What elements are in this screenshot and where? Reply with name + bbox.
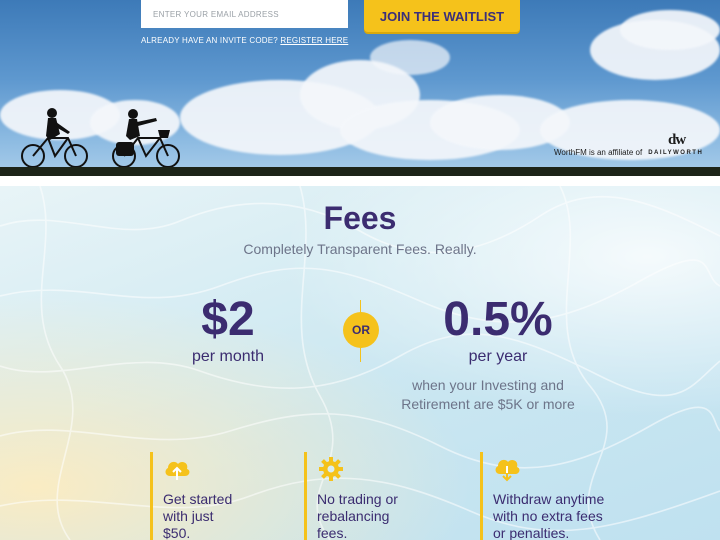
affiliate-brand[interactable]: DAILYWORTH — [648, 150, 703, 156]
affiliate-note: WorthFM is an affiliate of DAILYWORTH — [554, 148, 703, 157]
feature-text: Withdraw anytime with no extra fees or p… — [493, 491, 630, 540]
fees-subtitle: Completely Transparent Fees. Really. — [243, 241, 477, 257]
monthly-price: $2 per month — [178, 296, 278, 366]
affiliate-text: WorthFM is an affiliate of — [554, 148, 643, 157]
feature-line: No trading or — [317, 491, 398, 507]
cloud — [370, 40, 450, 75]
or-badge: OR — [343, 312, 379, 348]
join-waitlist-button[interactable]: JOIN THE WAITLIST — [364, 0, 520, 32]
feature-line: Get started — [163, 491, 233, 507]
feature-text: No trading or rebalancing fees. — [317, 491, 434, 540]
yearly-amount: 0.5% — [443, 293, 553, 346]
note-line: Retirement are $5K or more — [401, 396, 575, 412]
cloud-download-icon — [495, 459, 520, 482]
feature-line: rebalancing — [317, 508, 390, 524]
yearly-condition-note: when your Investing and Retirement are $… — [388, 376, 588, 414]
monthly-amount: $2 — [201, 293, 255, 346]
dailyworth-logo[interactable]: dw — [668, 132, 686, 149]
fees-section: Fees Completely Transparent Fees. Really… — [0, 186, 720, 540]
monthly-period: per month — [191, 348, 265, 365]
feature-withdraw-anytime: Withdraw anytime with no extra fees or p… — [480, 452, 630, 540]
yearly-period: per year — [468, 348, 528, 365]
feature-line: or penalties. — [493, 525, 570, 540]
invite-line: ALREADY HAVE AN INVITE CODE? REGISTER HE… — [141, 36, 348, 45]
feature-get-started: Get started with just $50. — [150, 452, 270, 540]
feature-line: with just — [163, 508, 214, 524]
feature-line: $50. — [163, 525, 191, 540]
feature-text: Get started with just $50. — [163, 491, 270, 540]
feature-line: Withdraw anytime — [493, 491, 605, 507]
cloud — [620, 10, 720, 50]
invite-prompt: ALREADY HAVE AN INVITE CODE? — [141, 36, 278, 45]
cyclists-silhouette — [21, 108, 180, 168]
feature-no-trading-fees: No trading or rebalancing fees. — [304, 452, 434, 540]
cloud-upload-icon — [165, 461, 190, 480]
fees-title: Fees — [323, 200, 397, 236]
feature-line: with no extra fees — [493, 508, 603, 524]
email-input[interactable] — [141, 0, 348, 28]
yearly-price: 0.5% per year — [418, 296, 578, 366]
feature-line: fees. — [317, 525, 348, 540]
ground-strip — [0, 167, 720, 176]
hero-banner: JOIN THE WAITLIST ALREADY HAVE AN INVITE… — [0, 0, 720, 176]
gear-icon — [319, 457, 343, 481]
note-line: when your Investing and — [412, 377, 564, 393]
register-here-link[interactable]: REGISTER HERE — [280, 36, 348, 45]
